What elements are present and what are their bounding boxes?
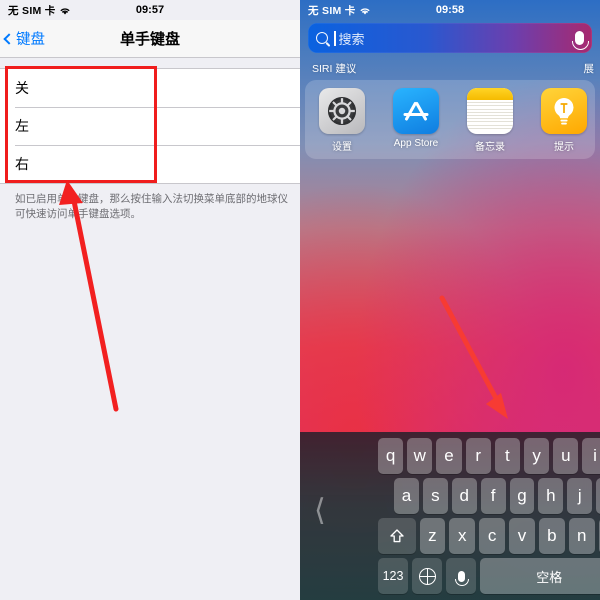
app-item-app-store[interactable]: App Store: [379, 88, 453, 149]
list-top-gap: [0, 58, 300, 68]
key-u[interactable]: u: [553, 438, 579, 474]
key-w[interactable]: w: [407, 438, 433, 474]
app-store-icon: [393, 88, 439, 134]
right-phone-screen: 无 SIM 卡 09:58 搜索 SIRI 建议 展 设置 App Store …: [300, 0, 600, 600]
key-d[interactable]: d: [451, 478, 477, 514]
key-k[interactable]: k: [596, 478, 600, 514]
key-x[interactable]: x: [449, 518, 476, 554]
microphone-icon[interactable]: [572, 31, 589, 50]
shift-key[interactable]: [378, 518, 416, 554]
screenshot-root: 无 SIM 卡 09:57 键盘 单手键盘 关 左 右 如已启用单手键盘，那么按…: [0, 0, 600, 600]
siri-suggestions-card: 设置 App Store 备忘录 提示: [305, 80, 595, 159]
left-nav-bar: 键盘 单手键盘: [0, 20, 300, 58]
footer-description: 如已启用单手键盘，那么按住输入法切换菜单底部的地球仪可快速访问单手键盘选项。: [15, 193, 288, 221]
key-r[interactable]: r: [465, 438, 491, 474]
keyboard-rows: q w e r t y u i o p a s d f g h: [378, 438, 600, 596]
key-q[interactable]: q: [378, 438, 404, 474]
key-a[interactable]: a: [394, 478, 419, 514]
key-c[interactable]: c: [479, 518, 506, 554]
key-v[interactable]: v: [509, 518, 535, 554]
globe-key[interactable]: [412, 558, 443, 594]
search-placeholder: 搜索: [338, 31, 365, 47]
dictation-key[interactable]: [446, 558, 477, 594]
app-item-settings[interactable]: 设置: [305, 88, 379, 153]
option-label: 左: [15, 118, 29, 134]
keyboard-row-4: 123 空格 搜索: [378, 558, 600, 594]
search-container: 搜索: [300, 20, 600, 53]
settings-gear-icon: [319, 88, 365, 134]
right-status-time: 09:58: [435, 4, 465, 16]
text-caret: [334, 30, 336, 46]
tips-lightbulb-icon: [541, 88, 587, 134]
keyboard-row-3: z x c v b n m: [378, 518, 600, 554]
key-y[interactable]: y: [524, 438, 550, 474]
key-h[interactable]: h: [538, 478, 564, 514]
key-i[interactable]: i: [582, 438, 600, 474]
app-item-notes[interactable]: 备忘录: [453, 88, 527, 153]
siri-suggestions-title: SIRI 建议: [312, 63, 357, 75]
shift-icon: [389, 528, 405, 544]
keyboard-row-2: a s d f g h j k l: [378, 478, 600, 514]
key-b[interactable]: b: [538, 518, 565, 554]
key-s[interactable]: s: [422, 478, 448, 514]
siri-show-more-button[interactable]: 展: [584, 61, 595, 76]
app-label: App Store: [393, 138, 439, 149]
siri-suggestions-header: SIRI 建议 展: [300, 53, 600, 80]
left-status-bar: 无 SIM 卡 09:57: [0, 0, 300, 20]
key-f[interactable]: f: [480, 478, 506, 514]
key-n[interactable]: n: [568, 518, 595, 554]
option-row-off[interactable]: 关: [0, 69, 300, 107]
option-label: 关: [15, 80, 29, 96]
numeric-key[interactable]: 123: [378, 558, 409, 594]
space-key[interactable]: 空格: [480, 558, 600, 594]
key-e[interactable]: e: [436, 438, 462, 474]
option-row-right[interactable]: 右: [0, 145, 300, 183]
globe-icon: [418, 567, 436, 585]
page-title: 单手键盘: [119, 31, 180, 48]
search-icon: [316, 32, 328, 44]
app-item-tips[interactable]: 提示: [527, 88, 600, 153]
notes-icon: [467, 88, 513, 134]
app-label: 提示: [554, 142, 574, 153]
app-label: 设置: [332, 142, 352, 153]
key-g[interactable]: g: [509, 478, 535, 514]
key-z[interactable]: z: [419, 518, 446, 554]
app-label: 备忘录: [475, 142, 505, 153]
search-input[interactable]: 搜索: [308, 23, 592, 53]
left-status-time: 09:57: [135, 4, 165, 16]
option-label: 右: [15, 156, 29, 172]
one-handed-keyboard: ⟨ q w e r t y u i o p a s d: [300, 432, 600, 600]
option-row-left[interactable]: 左: [0, 107, 300, 145]
left-phone-screen: 无 SIM 卡 09:57 键盘 单手键盘 关 左 右 如已启用单手键盘，那么按…: [0, 0, 300, 600]
microphone-icon: [455, 570, 470, 586]
one-handed-keyboard-options: 关 左 右: [0, 68, 300, 184]
keyboard-expand-chevron-icon[interactable]: ⟨: [314, 496, 326, 526]
key-j[interactable]: j: [567, 478, 593, 514]
keyboard-row-1: q w e r t y u i o p: [378, 438, 600, 474]
right-status-bar: 无 SIM 卡 09:58: [300, 0, 600, 20]
key-t[interactable]: t: [494, 438, 521, 474]
